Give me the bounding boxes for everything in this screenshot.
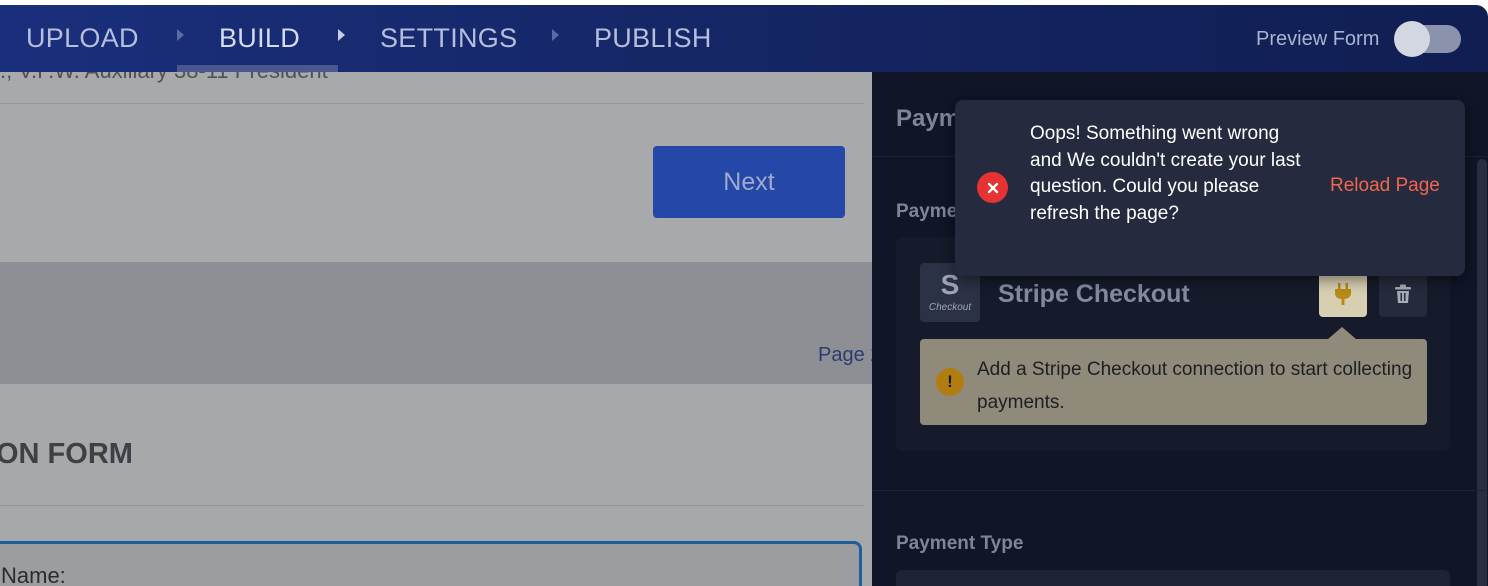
top-nav: UPLOAD BUILD SETTINGS PUBLISH Preview Fo… <box>0 5 1488 72</box>
form-page-card: ., V.F.W. Auxiliary 38-11 President Next <box>0 72 872 262</box>
form-page-card: ON FORM Name: <box>0 384 872 586</box>
nav-step-settings[interactable]: SETTINGS <box>380 23 517 54</box>
warning-pointer <box>1328 327 1356 339</box>
app-window: UPLOAD BUILD SETTINGS PUBLISH Preview Fo… <box>0 5 1488 586</box>
page-indicator: Page 2 <box>818 344 872 366</box>
divider <box>872 490 1488 491</box>
active-step-underline <box>177 65 338 72</box>
delete-button[interactable] <box>1379 271 1427 317</box>
divider <box>0 505 864 506</box>
preview-form-label: Preview Form <box>1256 28 1380 50</box>
nav-step-build[interactable]: BUILD <box>219 23 300 54</box>
plug-icon <box>1335 283 1351 305</box>
logo-letter: S <box>940 269 960 300</box>
next-button[interactable]: Next <box>653 146 845 218</box>
payment-type-label: Payment Type <box>896 533 1024 554</box>
panel-scrollbar[interactable] <box>1477 159 1487 586</box>
reload-page-button[interactable]: Reload Page <box>1330 175 1440 197</box>
previous-field-text: ., V.F.W. Auxiliary 38-11 President <box>0 72 328 84</box>
field-label: Name: <box>1 563 66 586</box>
error-toast: Oops! Something went wrong and We couldn… <box>955 100 1465 276</box>
selected-field[interactable]: Name: <box>0 541 862 586</box>
nav-separator <box>552 29 559 41</box>
nav-step-upload[interactable]: UPLOAD <box>26 23 139 54</box>
warning-text: Add a Stripe Checkout connection to star… <box>977 359 1413 413</box>
form-heading[interactable]: ON FORM <box>0 438 133 471</box>
connection-warning: ! Add a Stripe Checkout connection to st… <box>920 327 1427 425</box>
divider <box>0 103 864 104</box>
form-builder-canvas: ., V.F.W. Auxiliary 38-11 President Next… <box>0 72 872 586</box>
toast-message: Oops! Something went wrong and We couldn… <box>1030 123 1301 224</box>
exclamation-icon: ! <box>936 368 964 396</box>
close-circle-icon <box>977 172 1008 203</box>
logo-subtext: Checkout <box>928 302 972 313</box>
connect-button[interactable] <box>1319 271 1367 317</box>
payment-type-select[interactable] <box>896 570 1450 586</box>
trash-icon <box>1395 284 1411 303</box>
nav-step-publish[interactable]: PUBLISH <box>594 23 712 54</box>
nav-separator <box>177 29 184 41</box>
nav-separator <box>338 29 345 41</box>
toggle-knob <box>1394 21 1430 57</box>
preview-form-toggle[interactable] <box>1394 21 1461 57</box>
integration-name: Stripe Checkout <box>998 280 1190 308</box>
